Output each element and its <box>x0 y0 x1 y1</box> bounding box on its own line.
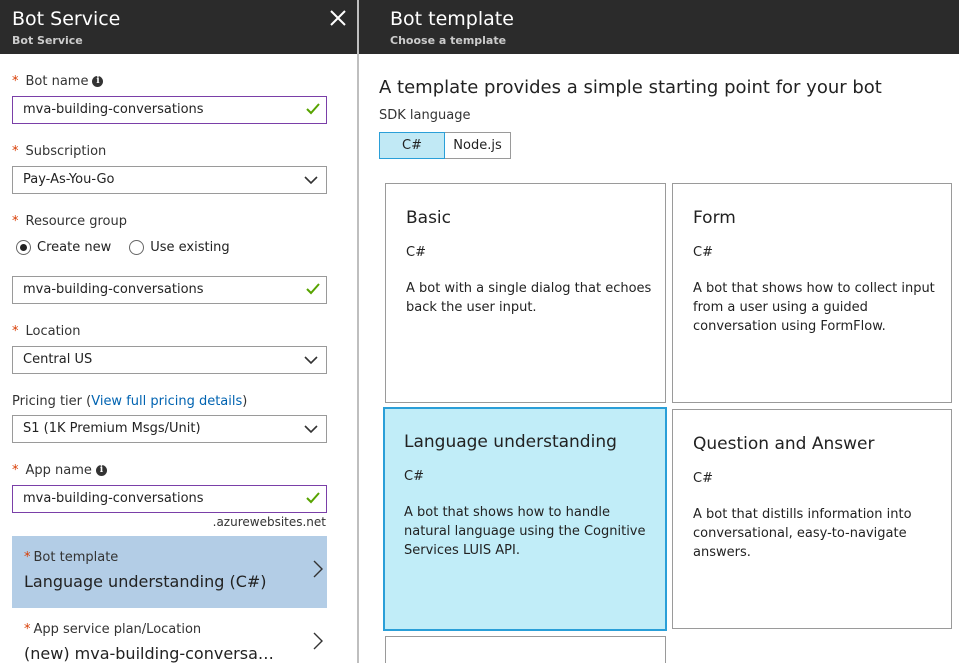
template-title: Language understanding <box>404 432 617 452</box>
app-name-label: * App name i <box>12 463 107 478</box>
location-label: * Location <box>12 324 80 339</box>
app-service-plan-nav-item[interactable]: * App service plan/Location (new) mva-bui… <box>12 608 327 663</box>
blade-title: Bot template <box>390 8 514 30</box>
bot-name-value: mva-building-conversations <box>23 102 204 117</box>
template-card-basic[interactable]: Basic C# A bot with a single dialog that… <box>385 183 666 403</box>
chevron-down-icon <box>304 176 318 185</box>
app-name-input[interactable]: mva-building-conversations <box>12 485 327 513</box>
chevron-right-icon <box>313 560 323 578</box>
required-star: * <box>12 324 19 339</box>
resource-group-label-text: Resource group <box>25 214 128 229</box>
bot-template-label-text: Bot template <box>33 550 119 565</box>
sdk-language-toggle: C# Node.js <box>379 132 511 159</box>
info-icon[interactable]: i <box>92 76 104 87</box>
location-select[interactable]: Central US <box>12 346 327 374</box>
resource-group-value: mva-building-conversations <box>23 282 204 297</box>
template-card-question-answer[interactable]: Question and Answer C# A bot that distil… <box>672 409 952 629</box>
view-pricing-link[interactable]: View full pricing details <box>91 394 242 409</box>
info-icon[interactable]: i <box>95 465 107 476</box>
required-star: * <box>24 622 31 637</box>
template-description: A bot that distills information into con… <box>693 507 912 560</box>
template-description: A bot that shows how to handle natural l… <box>404 505 646 558</box>
template-card-form[interactable]: Form C# A bot that shows how to collect … <box>672 183 952 403</box>
check-icon <box>306 492 320 504</box>
resource-group-radio-group: Create new Use existing <box>16 240 230 255</box>
blade-header: Bot template Choose a template <box>359 0 959 54</box>
pricing-tier-label-close: ) <box>242 394 248 409</box>
template-card-language-understanding[interactable]: Language understanding C# A bot that sho… <box>383 407 667 631</box>
subscription-select[interactable]: Pay-As-You-Go <box>12 166 327 194</box>
subscription-label-text: Subscription <box>25 144 107 159</box>
app-service-plan-label: * App service plan/Location <box>24 622 201 637</box>
blade-title: Bot Service <box>12 8 121 30</box>
template-language: C# <box>693 245 713 260</box>
bot-template-nav-item[interactable]: * Bot template Language understanding (C#… <box>12 536 327 608</box>
resource-group-input[interactable]: mva-building-conversations <box>12 276 327 304</box>
app-name-domain-suffix: .azurewebsites.net <box>212 515 326 529</box>
subscription-label: * Subscription <box>12 144 106 159</box>
template-card-partial[interactable] <box>385 636 666 663</box>
template-title: Question and Answer <box>693 434 875 454</box>
template-language: C# <box>404 469 424 484</box>
template-language: C# <box>693 471 713 486</box>
app-service-plan-value: (new) mva-building-conversatio... <box>24 644 274 663</box>
required-star: * <box>12 144 19 159</box>
template-description: A bot that shows how to collect input fr… <box>693 281 935 334</box>
check-icon <box>306 103 320 115</box>
pricing-tier-label: Pricing tier ( View full pricing details… <box>12 394 247 409</box>
close-icon[interactable] <box>328 8 348 30</box>
azure-portal: Bot Service Bot Service * Bot name i mva… <box>0 0 959 663</box>
bot-name-label-text: Bot name <box>25 74 89 89</box>
sdk-option-nodejs[interactable]: Node.js <box>445 132 511 159</box>
bot-service-blade: Bot Service Bot Service * Bot name i mva… <box>0 0 358 663</box>
location-value: Central US <box>23 352 93 367</box>
sdk-language-label: SDK language <box>379 108 471 123</box>
resource-group-label: * Resource group <box>12 214 127 229</box>
subscription-value: Pay-As-You-Go <box>23 172 115 187</box>
use-existing-radio[interactable] <box>129 240 145 255</box>
bot-name-label: * Bot name i <box>12 74 104 89</box>
sdk-option-csharp[interactable]: C# <box>379 132 445 159</box>
check-icon <box>306 283 320 295</box>
template-intro-heading: A template provides a simple starting po… <box>379 77 882 98</box>
chevron-right-icon <box>313 632 323 650</box>
create-new-label[interactable]: Create new <box>37 240 111 255</box>
use-existing-label[interactable]: Use existing <box>150 240 229 255</box>
app-name-label-text: App name <box>25 463 92 478</box>
pricing-tier-label-text: Pricing tier ( <box>12 394 92 409</box>
location-label-text: Location <box>25 324 81 339</box>
template-description: A bot with a single dialog that echoes b… <box>406 281 652 315</box>
required-star: * <box>12 214 19 229</box>
required-star: * <box>12 74 19 89</box>
required-star: * <box>12 463 19 478</box>
create-new-radio[interactable] <box>16 240 31 255</box>
blade-subtitle: Bot Service <box>12 34 83 47</box>
blade-header: Bot Service Bot Service <box>0 0 358 54</box>
app-service-plan-label-text: App service plan/Location <box>33 622 202 637</box>
bot-template-label: * Bot template <box>24 550 118 565</box>
pricing-tier-value: S1 (1K Premium Msgs/Unit) <box>23 421 201 436</box>
template-language: C# <box>406 245 426 260</box>
chevron-down-icon <box>304 425 318 434</box>
required-star: * <box>24 550 31 565</box>
bot-template-value: Language understanding (C#) <box>24 572 267 591</box>
app-name-value: mva-building-conversations <box>23 491 204 506</box>
chevron-down-icon <box>304 356 318 365</box>
template-title: Form <box>693 208 736 228</box>
template-title: Basic <box>406 208 452 228</box>
blade-subtitle: Choose a template <box>390 34 507 47</box>
bot-name-input[interactable]: mva-building-conversations <box>12 96 327 124</box>
pricing-tier-select[interactable]: S1 (1K Premium Msgs/Unit) <box>12 415 327 443</box>
bot-template-blade: Bot template Choose a template A templat… <box>359 0 959 663</box>
